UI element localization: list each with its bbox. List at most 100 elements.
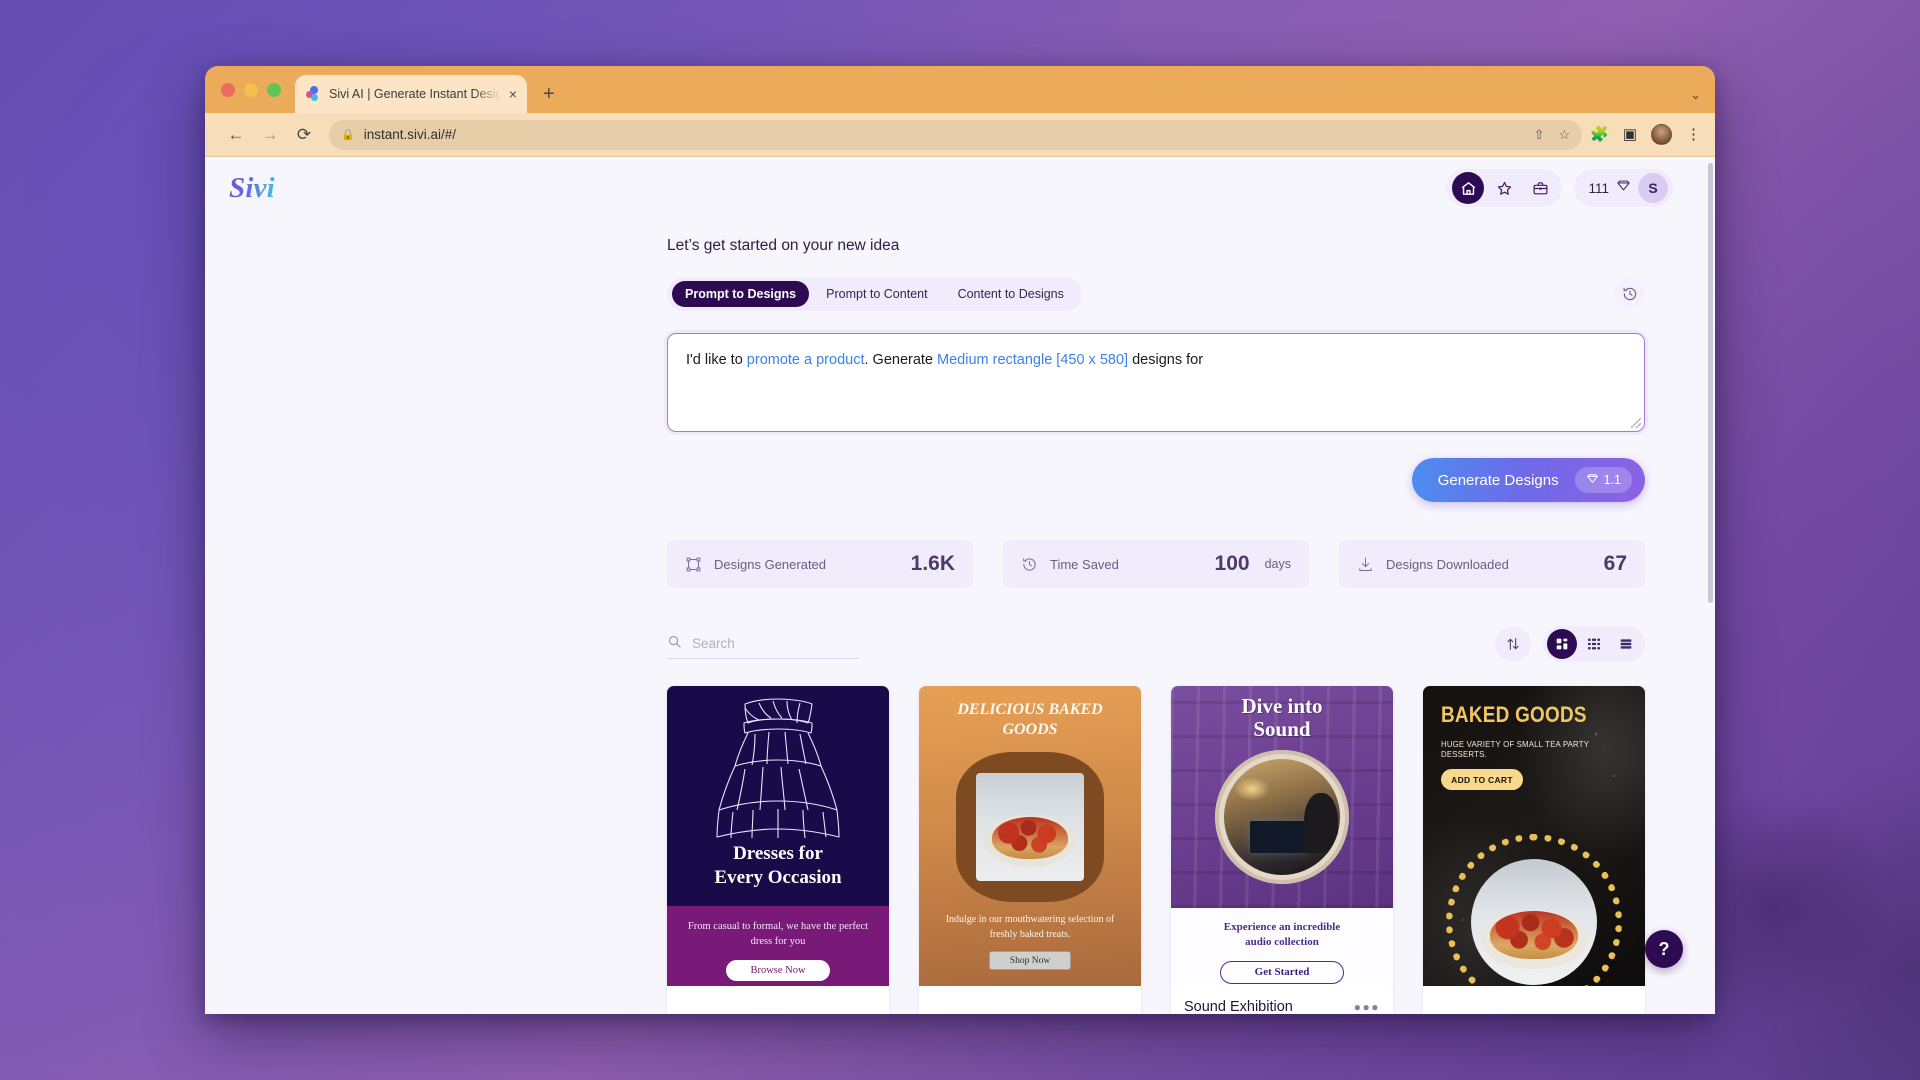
forward-button[interactable]: → [253, 118, 287, 152]
generate-designs-label: Generate Designs [1437, 471, 1559, 489]
design-subtitle: From casual to formal, we have the perfe… [687, 920, 869, 947]
design-title-line2: Every Occasion [714, 866, 842, 888]
app-header: Sivi 111 S [205, 157, 1715, 219]
gem-icon [1586, 472, 1599, 488]
prompt-part-3: designs for [1128, 352, 1204, 368]
star-icon[interactable] [1488, 172, 1520, 204]
sort-icon[interactable] [1495, 626, 1531, 662]
design-caption [667, 986, 889, 1014]
close-icon[interactable]: × [509, 87, 517, 101]
address-bar-url: instant.sivi.ai/#/ [363, 127, 456, 142]
stat-value: 1.6K [910, 552, 955, 575]
design-thumbnail-dive-into-sound[interactable]: Dive into Sound Experience an incredible… [1171, 686, 1393, 986]
close-window-button[interactable] [221, 82, 235, 97]
bookmark-star-icon[interactable]: ☆ [1558, 127, 1570, 143]
sivi-favicon [305, 86, 321, 102]
browser-tab[interactable]: Sivi AI | Generate Instant Desig × [295, 75, 527, 113]
design-caption: Sound Exhibition ●●● [1171, 986, 1393, 1014]
design-title-line2: GOODS [1002, 721, 1058, 738]
design-card[interactable]: DELICIOUS BAKED GOODS Indulge in our mou… [919, 686, 1141, 1014]
tart-photo [976, 773, 1084, 881]
grid-view-icon[interactable] [1547, 629, 1577, 659]
browser-menu-icon[interactable]: ⋮ [1686, 127, 1701, 142]
gallery-toolbar: Search [667, 626, 1645, 662]
design-card[interactable]: Dresses for Every Occasion From casual t… [667, 686, 889, 1014]
design-thumbnail-dresses[interactable]: Dresses for Every Occasion From casual t… [667, 686, 889, 986]
gem-icon [1616, 178, 1631, 198]
design-title: DELICIOUS BAKED GOODS [941, 700, 1118, 740]
design-title-line1: Dive into [1241, 694, 1323, 718]
browser-window: Sivi AI | Generate Instant Desig × + ⌄ ←… [205, 66, 1715, 1014]
share-icon[interactable]: ⇧ [1534, 127, 1545, 143]
design-cta-button[interactable]: ADD TO CART [1441, 769, 1523, 790]
back-button[interactable]: ← [219, 118, 253, 152]
circular-photo-frame [1215, 750, 1349, 885]
lock-icon: 🔒 [341, 129, 355, 141]
generate-designs-button[interactable]: Generate Designs 1.1 [1411, 458, 1645, 502]
generate-row: Generate Designs 1.1 [667, 458, 1645, 502]
view-mode-group [1543, 626, 1645, 662]
prompt-highlight-intent[interactable]: promote a product [747, 352, 865, 368]
stat-designs-downloaded: Designs Downloaded 67 [1339, 540, 1645, 588]
design-menu-icon[interactable]: ●●● [1354, 1000, 1380, 1014]
main-content: Let’s get started on your new idea Promp… [205, 237, 1715, 1014]
prompt-highlight-size[interactable]: Medium rectangle [450 x 580] [937, 352, 1128, 368]
designs-generated-icon [685, 556, 702, 573]
generate-credit-badge: 1.1 [1574, 467, 1632, 493]
design-footer: From casual to formal, we have the perfe… [667, 905, 889, 986]
download-icon [1357, 556, 1374, 573]
design-title: BAKED GOODS [1441, 702, 1587, 727]
prompt-input[interactable]: I'd like to promote a product. Generate … [667, 333, 1645, 432]
prompt-part-2: . Generate [864, 352, 938, 368]
design-subtitle: Indulge in our mouthwatering selection o… [945, 914, 1115, 940]
design-thumbnail-baked-goods[interactable]: BAKED GOODS HUGE VARIETY OF SMALL TEA PA… [1423, 686, 1645, 986]
dense-grid-view-icon[interactable] [1579, 629, 1609, 659]
side-panel-icon[interactable]: ▣ [1623, 127, 1637, 142]
credits-chip[interactable]: 111 S [1574, 169, 1673, 207]
person-silhouette [1304, 793, 1338, 854]
tab-prompt-to-content[interactable]: Prompt to Content [813, 281, 940, 307]
new-tab-button[interactable]: + [543, 84, 555, 104]
design-footer: Experience an incredible audio collectio… [1171, 908, 1393, 986]
design-subtitle-line1: Experience an incredible [1223, 921, 1341, 933]
browser-tab-title: Sivi AI | Generate Instant Desig [329, 87, 501, 101]
design-hero: Dive into Sound [1171, 686, 1393, 908]
tab-prompt-to-designs[interactable]: Prompt to Designs [672, 281, 810, 307]
stat-value: 67 [1603, 552, 1627, 575]
maximize-window-button[interactable] [267, 82, 281, 97]
search-input[interactable]: Search [667, 629, 859, 659]
tab-content-to-designs[interactable]: Content to Designs [945, 281, 1077, 307]
tart-photo [1471, 859, 1597, 985]
history-icon[interactable] [1615, 279, 1645, 309]
list-view-icon[interactable] [1611, 629, 1641, 659]
home-icon[interactable] [1452, 172, 1485, 204]
user-avatar[interactable]: S [1638, 173, 1668, 203]
design-card[interactable]: Dive into Sound Experience an incredible… [1171, 686, 1393, 1014]
design-cta-button[interactable]: Get Started [1220, 960, 1344, 984]
sivi-logo[interactable]: Sivi [229, 172, 275, 205]
minimize-window-button[interactable] [244, 82, 258, 97]
strawberry-tart-shape [1490, 911, 1578, 959]
design-card[interactable]: BAKED GOODS HUGE VARIETY OF SMALL TEA PA… [1423, 686, 1645, 1014]
header-actions: 111 S [1446, 169, 1673, 207]
design-cta-button[interactable]: Shop Now [989, 951, 1071, 970]
design-caption [1423, 986, 1645, 1014]
chevron-down-icon[interactable]: ⌄ [1690, 87, 1701, 103]
briefcase-icon[interactable] [1524, 172, 1556, 204]
mode-tabs: Prompt to Designs Prompt to Content Cont… [667, 277, 1082, 311]
credits-count: 111 [1588, 180, 1609, 196]
browser-profile-avatar[interactable] [1651, 124, 1672, 145]
design-title: Dresses for Every Occasion [667, 842, 889, 906]
resize-handle[interactable] [1631, 418, 1641, 428]
page-scrollbar[interactable] [1708, 163, 1713, 603]
stat-value: 100 [1214, 552, 1250, 575]
address-bar[interactable]: 🔒 instant.sivi.ai/#/ ⇧ ☆ [329, 119, 1583, 150]
design-subtitle: HUGE VARIETY OF SMALL TEA PARTY DESSERTS… [1441, 739, 1589, 759]
stats-row: Designs Generated 1.6K Time Saved 100 day… [667, 540, 1645, 588]
extensions-puzzle-icon[interactable]: 🧩 [1590, 127, 1609, 142]
reload-button[interactable]: ⟳ [287, 118, 321, 152]
design-thumbnail-delicious-baked-goods[interactable]: DELICIOUS BAKED GOODS Indulge in our mou… [919, 686, 1141, 986]
design-cta-button[interactable]: Browse Now [726, 959, 830, 981]
page-title: Let’s get started on your new idea [667, 237, 900, 254]
help-button[interactable]: ? [1645, 930, 1683, 968]
